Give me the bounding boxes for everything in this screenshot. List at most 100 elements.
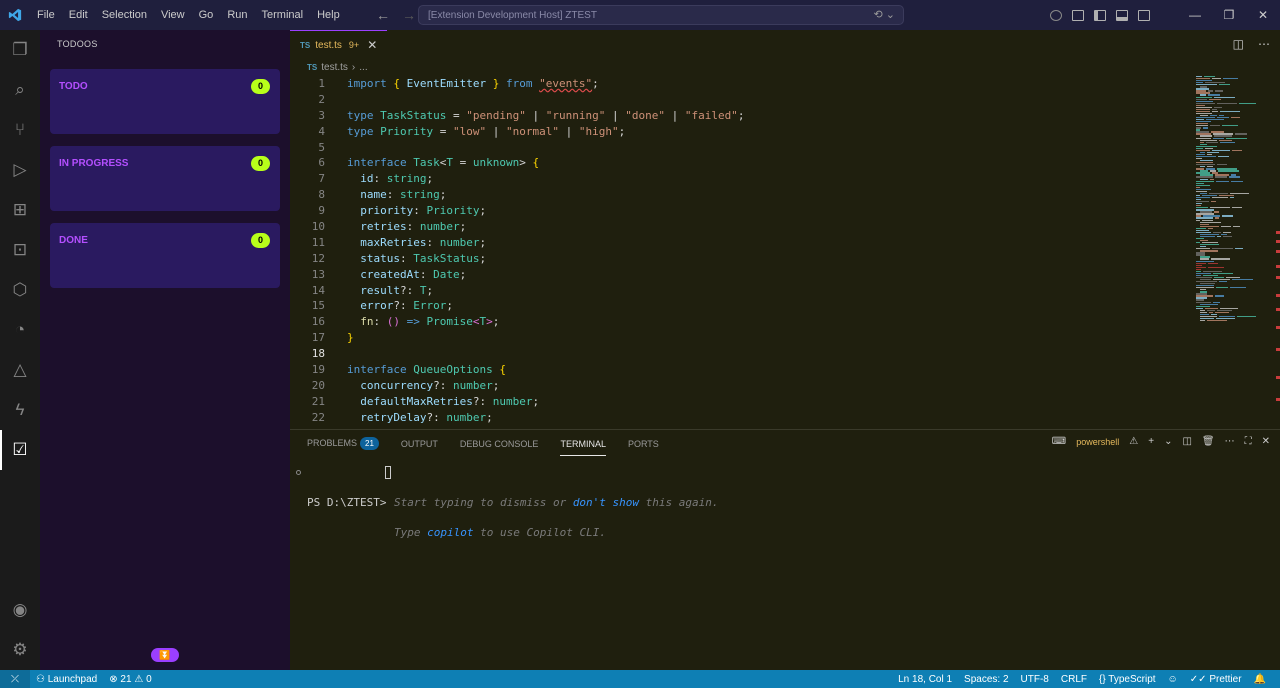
breadcrumb-symbol[interactable]: ... (359, 62, 367, 73)
chevron-down-icon[interactable]: ⌄ (1164, 436, 1172, 447)
minimap[interactable] (1192, 76, 1274, 326)
minimap-line (1208, 262, 1218, 264)
lane-in-progress[interactable]: IN PROGRESS 0 (50, 146, 280, 211)
more-actions-icon[interactable]: ⋯ (1225, 436, 1235, 447)
explorer-icon[interactable]: ❐ (0, 30, 40, 70)
new-terminal-icon[interactable]: + (1148, 436, 1154, 447)
customize-layout-icon[interactable] (1072, 9, 1084, 21)
minimap-line (1206, 141, 1218, 143)
tab-test-ts[interactable]: TS test.ts 9+ ✕ (290, 30, 388, 59)
menu-selection[interactable]: Selection (95, 0, 154, 30)
copilot-link[interactable]: copilot (427, 526, 473, 539)
typescript-file-icon: TS (307, 63, 318, 72)
minimap-line (1237, 315, 1256, 318)
activity-bar: ❐ ⌕ ⑂ ▷ ⊞ ⊡ ⬡ ◔ △ ϟ ☑ ◉ ⚙ (0, 30, 40, 670)
accounts-icon[interactable]: ◉ (0, 590, 40, 630)
minimize-icon[interactable]: — (1178, 0, 1212, 30)
vscode-logo-icon (0, 0, 30, 30)
extensions-icon[interactable]: ⊞ (0, 190, 40, 230)
minimap-line (1215, 217, 1219, 219)
gitlens-icon[interactable]: ◔ (0, 310, 40, 350)
todo-sidebar: TODOOS TODO 0 IN PROGRESS 0 DONE 0 ⏬ (40, 30, 290, 670)
menu-file[interactable]: File (30, 0, 62, 30)
indentation[interactable]: Spaces: 2 (958, 674, 1014, 685)
run-debug-icon[interactable]: ▷ (0, 150, 40, 190)
prettier-item[interactable]: ✓✓ Prettier (1184, 674, 1248, 685)
hint-text: Start typing to dismiss or (394, 496, 573, 509)
code-editor[interactable]: 1 import { EventEmitter } from "events"; … (290, 76, 1190, 426)
code-line: 8 name: string; (318, 188, 447, 202)
encoding[interactable]: UTF-8 (1015, 674, 1055, 685)
minimap-line (1215, 90, 1223, 92)
minimap-line (1235, 133, 1247, 135)
problems-count-badge: 21 (360, 437, 379, 450)
minimap-line (1212, 110, 1218, 113)
cursor-position[interactable]: Ln 18, Col 1 (892, 674, 958, 685)
copilot-status-icon[interactable]: ☺ (1162, 674, 1184, 685)
copilot-icon[interactable]: ⟲ ⌄ (874, 8, 896, 21)
close-window-icon[interactable]: ✕ (1246, 0, 1280, 30)
close-panel-icon[interactable]: ✕ (1262, 436, 1270, 447)
minimap-line (1215, 176, 1227, 178)
scrollbar-error-markers[interactable] (1276, 76, 1280, 429)
tab-output[interactable]: OUTPUT (401, 439, 438, 449)
containers-icon[interactable]: ⬡ (0, 270, 40, 310)
maximize-icon[interactable]: ❐ (1212, 0, 1246, 30)
minimap-line (1230, 287, 1246, 289)
menu-view[interactable]: View (154, 0, 192, 30)
source-control-icon[interactable]: ⑂ (0, 110, 40, 150)
lane-title: DONE (59, 235, 88, 246)
breadcrumb: TS test.ts › ... (290, 59, 1280, 76)
forward-arrow-icon[interactable]: → (402, 7, 416, 23)
end-of-line[interactable]: CRLF (1055, 674, 1093, 685)
breadcrumb-file[interactable]: test.ts (321, 62, 348, 73)
toggle-primary-sidebar-icon[interactable] (1094, 9, 1106, 21)
menu-run[interactable]: Run (220, 0, 254, 30)
lightning-icon[interactable]: ϟ (0, 390, 40, 430)
back-arrow-icon[interactable]: ← (376, 7, 390, 23)
collapse-chevron-icon[interactable]: ⏬ (151, 648, 179, 662)
minimap-line (1223, 235, 1232, 238)
notifications-bell-icon[interactable]: 🔔 (1248, 674, 1272, 685)
code-line: 20 concurrency?: number; (311, 378, 500, 392)
tab-ports[interactable]: PORTS (628, 439, 659, 449)
minimap-line (1222, 215, 1233, 217)
remote-explorer-icon[interactable]: ⊡ (0, 230, 40, 270)
language-mode[interactable]: {} TypeScript (1093, 674, 1162, 685)
lane-count-badge: 0 (251, 233, 270, 248)
code-line: 13 createdAt: Date; (311, 267, 467, 281)
kill-terminal-icon[interactable]: 🗑 (1202, 436, 1215, 447)
remote-indicator-icon[interactable]: ⤫ (0, 670, 30, 688)
tab-terminal[interactable]: TERMINAL (560, 439, 606, 456)
split-terminal-icon[interactable]: ◫ (1182, 436, 1191, 447)
terminal-shell-name[interactable]: powershell (1076, 437, 1119, 447)
lane-title: TODO (59, 81, 88, 92)
tab-problems[interactable]: PROBLEMS 21 (307, 437, 379, 450)
dont-show-link[interactable]: don't show (573, 496, 639, 509)
code-line: 6 interface Task<T = unknown> { (318, 156, 540, 170)
copilot-agent-icon[interactable] (1050, 9, 1062, 21)
azure-icon[interactable]: △ (0, 350, 40, 390)
menu-terminal[interactable]: Terminal (255, 0, 311, 30)
menu-go[interactable]: Go (192, 0, 221, 30)
problems-item[interactable]: ⊗ 21 ⚠ 0 (103, 674, 157, 685)
lane-done[interactable]: DONE 0 (50, 223, 280, 288)
menu-edit[interactable]: Edit (62, 0, 95, 30)
maximize-panel-icon[interactable]: ⛶ (1245, 436, 1252, 447)
terminal[interactable]: PS D:\ZTEST> Type copilot to use Copilot… (290, 465, 1280, 539)
more-actions-icon[interactable]: ⋯ (1258, 37, 1270, 51)
code-line: 15 error?: Error; (311, 299, 453, 313)
lane-todo[interactable]: TODO 0 (50, 69, 280, 134)
menu-help[interactable]: Help (310, 0, 347, 30)
split-editor-icon[interactable]: ◫ (1233, 37, 1244, 51)
search-icon[interactable]: ⌕ (0, 70, 40, 110)
tab-debug-console[interactable]: DEBUG CONSOLE (460, 439, 539, 449)
launchpad-item[interactable]: ⚇ Launchpad (30, 674, 103, 685)
command-center[interactable]: [Extension Development Host] ZTEST ⟲ ⌄ (418, 5, 904, 25)
close-tab-icon[interactable]: ✕ (367, 38, 377, 52)
todo-board-icon[interactable]: ☑ (0, 430, 40, 470)
manage-gear-icon[interactable]: ⚙ (0, 630, 40, 670)
toggle-panel-icon[interactable] (1116, 9, 1128, 21)
minimap-line (1200, 319, 1205, 322)
toggle-secondary-sidebar-icon[interactable] (1138, 9, 1150, 21)
